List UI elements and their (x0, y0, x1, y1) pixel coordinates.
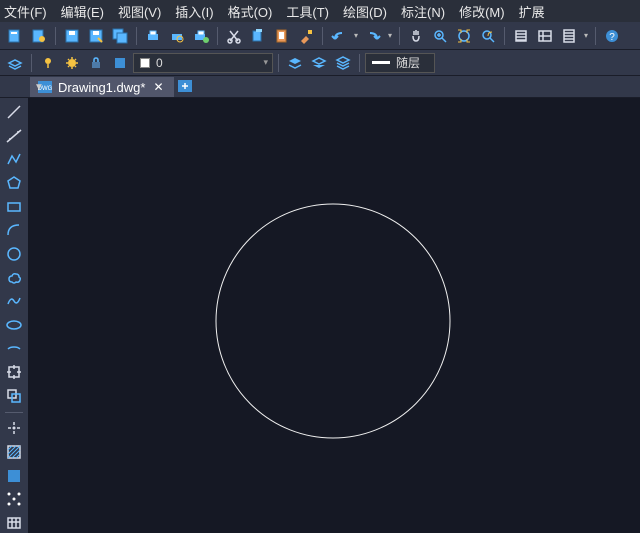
menu-modify[interactable]: 修改(M) (459, 2, 505, 21)
current-layer-name: 0 (156, 56, 163, 70)
layer-selector[interactable]: 0 ▾ (133, 53, 273, 73)
layer-toolbar: 0 ▾ 随层 (0, 50, 640, 76)
main-toolbar: ▾ ▾ ▾ ? (0, 22, 640, 50)
menu-format[interactable]: 格式(O) (228, 2, 273, 21)
construction-line-tool[interactable] (3, 126, 25, 146)
save-all-button[interactable] (109, 25, 131, 47)
chevron-down-icon: ▾ (263, 57, 268, 68)
linetype-selector[interactable]: 随层 (365, 53, 435, 73)
layer-lock-icon[interactable] (85, 52, 107, 74)
arc-tool[interactable] (3, 220, 25, 240)
menu-edit[interactable]: 编辑(E) (61, 2, 104, 21)
layer-state-button[interactable] (332, 52, 354, 74)
save-as-button[interactable] (85, 25, 107, 47)
spline-tool[interactable] (3, 291, 25, 311)
zoom-window-button[interactable] (453, 25, 475, 47)
print-preview-button[interactable] (166, 25, 188, 47)
insert-block-tool[interactable] (3, 362, 25, 382)
new-file-button[interactable] (4, 25, 26, 47)
drawing-canvas[interactable] (28, 98, 640, 533)
draw-toolbar (0, 98, 28, 533)
layer-on-icon[interactable] (37, 52, 59, 74)
menu-insert[interactable]: 插入(I) (175, 2, 213, 21)
layer-properties-button[interactable] (4, 52, 26, 74)
layer-color-swatch (140, 58, 150, 68)
svg-text:?: ? (609, 32, 615, 43)
menu-draw[interactable]: 绘图(D) (343, 2, 387, 21)
menu-tools[interactable]: 工具(T) (286, 2, 329, 21)
cut-button[interactable] (223, 25, 245, 47)
menu-file[interactable]: 文件(F) (4, 2, 47, 21)
polyline-tool[interactable] (3, 149, 25, 169)
paste-button[interactable] (271, 25, 293, 47)
save-button[interactable] (61, 25, 83, 47)
rectangle-tool[interactable] (3, 197, 25, 217)
gradient-tool[interactable] (3, 466, 25, 486)
polygon-tool[interactable] (3, 173, 25, 193)
ellipse-tool[interactable] (3, 315, 25, 335)
properties-button[interactable] (510, 25, 532, 47)
layer-isolate-button[interactable] (308, 52, 330, 74)
ellipse-arc-tool[interactable] (3, 339, 25, 359)
tab-list-dropdown-icon[interactable]: ▼ (34, 82, 44, 93)
print-button[interactable] (142, 25, 164, 47)
copy-button[interactable] (247, 25, 269, 47)
pan-button[interactable] (405, 25, 427, 47)
new-tab-button[interactable] (174, 77, 196, 97)
document-tabs: DWG Drawing1.dwg* ✕ (0, 76, 640, 98)
redo-button[interactable] (362, 25, 384, 47)
redo-dropdown-icon[interactable]: ▾ (386, 31, 394, 40)
help-button[interactable]: ? (601, 25, 623, 47)
tool-palettes-button[interactable] (558, 25, 580, 47)
undo-dropdown-icon[interactable]: ▾ (352, 31, 360, 40)
palette-dropdown-icon[interactable]: ▾ (582, 31, 590, 40)
zoom-realtime-button[interactable] (429, 25, 451, 47)
table-tool[interactable] (3, 513, 25, 533)
menu-annotate[interactable]: 标注(N) (401, 2, 445, 21)
layer-color-icon[interactable] (109, 52, 131, 74)
hatch-tool[interactable] (3, 442, 25, 462)
linetype-label: 随层 (396, 54, 420, 71)
circle-tool[interactable] (3, 244, 25, 264)
line-tool[interactable] (3, 102, 25, 122)
menu-bar: 文件(F) 编辑(E) 视图(V) 插入(I) 格式(O) 工具(T) 绘图(D… (0, 0, 640, 22)
zoom-previous-button[interactable] (477, 25, 499, 47)
point-tool[interactable] (3, 419, 25, 439)
design-center-button[interactable] (534, 25, 556, 47)
close-tab-button[interactable]: ✕ (151, 80, 165, 94)
plot-button[interactable] (190, 25, 212, 47)
layer-freeze-icon[interactable] (61, 52, 83, 74)
region-tool[interactable] (3, 490, 25, 510)
menu-extend[interactable]: 扩展 (519, 2, 545, 21)
active-tab[interactable]: DWG Drawing1.dwg* ✕ (30, 77, 174, 97)
linetype-swatch (372, 61, 390, 64)
open-file-button[interactable] (28, 25, 50, 47)
menu-view[interactable]: 视图(V) (118, 2, 161, 21)
match-properties-button[interactable] (295, 25, 317, 47)
layer-previous-button[interactable] (284, 52, 306, 74)
undo-button[interactable] (328, 25, 350, 47)
revision-cloud-tool[interactable] (3, 268, 25, 288)
tab-filename: Drawing1.dwg* (58, 80, 145, 95)
make-block-tool[interactable] (3, 386, 25, 406)
